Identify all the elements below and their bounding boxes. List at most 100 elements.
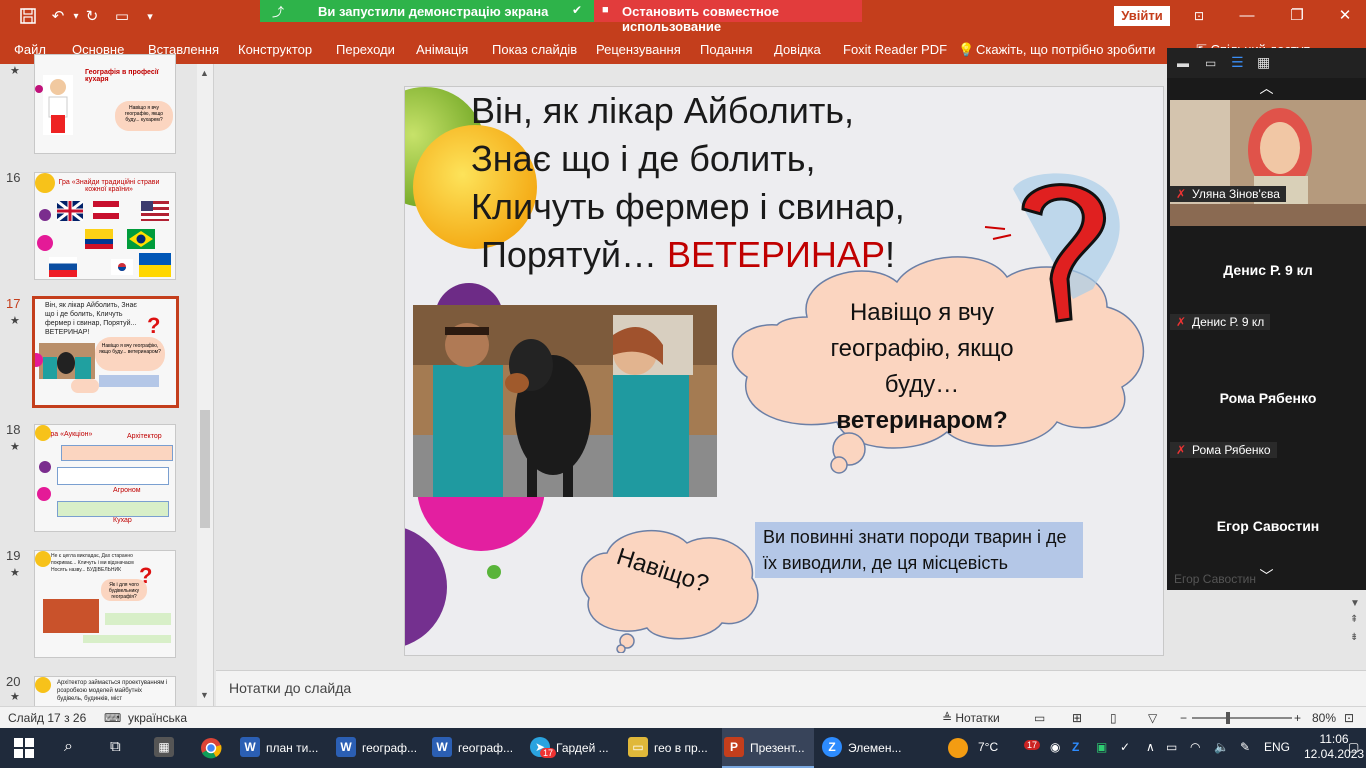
search-icon[interactable]: ⌕: [60, 728, 88, 768]
calculator-app[interactable]: ▦: [152, 728, 184, 768]
gallery-view-icon[interactable]: ▦: [1257, 54, 1270, 71]
language-indicator[interactable]: українська: [128, 711, 187, 725]
scroll-up-icon[interactable]: ▲: [200, 68, 209, 78]
zoom-tray-icon[interactable]: Z: [1072, 740, 1079, 754]
show-hidden-icons[interactable]: ∧: [1146, 740, 1155, 754]
slide-number: 19: [6, 548, 21, 563]
save-icon[interactable]: [18, 7, 38, 27]
close-icon[interactable]: ✕: [1330, 5, 1360, 27]
zoom-level[interactable]: 80%: [1312, 711, 1336, 725]
tab-design[interactable]: Конструктор: [238, 42, 312, 57]
slideshow-from-start-icon[interactable]: ▭: [112, 7, 132, 27]
spellcheck-icon[interactable]: ⌨: [104, 711, 121, 725]
taskbar-app-telegram[interactable]: ➤ 17 Гардей ...: [528, 728, 620, 768]
task-view-icon[interactable]: ⧉: [106, 728, 134, 768]
slide-sorter-icon[interactable]: ⊞: [1072, 711, 1082, 725]
tab-view[interactable]: Подання: [700, 42, 753, 57]
video-tile-3[interactable]: Рома Рябенко ✗ Рома Рябенко: [1170, 354, 1366, 480]
tab-help[interactable]: Довідка: [774, 42, 821, 57]
security-icon[interactable]: ◉: [1050, 740, 1060, 754]
network-icon[interactable]: ◠: [1190, 740, 1200, 754]
tab-slideshow[interactable]: Показ слайдів: [492, 42, 577, 57]
speaker-view-icon[interactable]: ▭: [1205, 56, 1216, 70]
poem-line-2: Знає що і де болить,: [471, 138, 816, 179]
slide-thumbnail-15[interactable]: Географія в професії кухаря Навіщо я вчу…: [34, 54, 176, 154]
undo-icon[interactable]: ↶: [48, 7, 68, 27]
taskbar-app-label: Элемен...: [848, 741, 902, 755]
tab-transitions[interactable]: Переходи: [336, 42, 395, 57]
flag-venezuela: [85, 229, 113, 249]
weather-temp[interactable]: 7°C: [978, 740, 998, 754]
animation-star-icon: ★: [10, 65, 20, 77]
lightbulb-icon: 💡: [958, 42, 975, 57]
reading-view-icon[interactable]: ▯: [1110, 711, 1117, 725]
minimize-panel-icon[interactable]: ▬: [1177, 56, 1189, 70]
scroll-down-icon[interactable]: ▼: [200, 690, 209, 700]
scrollbar-thumb[interactable]: [200, 410, 210, 528]
taskbar-app-word-2[interactable]: Wгеограф...: [334, 728, 426, 768]
stop-share-button[interactable]: ■ Остановить совместное использование: [594, 0, 862, 34]
scroll-down-chevron-icon[interactable]: ﹀: [1167, 566, 1366, 588]
scroll-down-icon[interactable]: ▼: [1350, 598, 1360, 609]
zoom-out-icon[interactable]: −: [1180, 711, 1187, 725]
input-language[interactable]: ENG: [1264, 740, 1290, 754]
zoom-in-icon[interactable]: +: [1294, 711, 1301, 725]
thumb-decor: [35, 425, 51, 441]
scroll-up-chevron-icon[interactable]: ︿: [1167, 78, 1366, 100]
tab-review[interactable]: Рецензування: [596, 42, 681, 57]
app-tray-icon[interactable]: ▣: [1096, 740, 1107, 754]
thumb-why-cloud: [71, 379, 99, 393]
cloud-question-text[interactable]: Навіщо я вчу географію, якщо буду… ветер…: [797, 295, 1047, 439]
slide-thumbnail-19[interactable]: Не є цегла викладає, Дах старанно покрив…: [34, 550, 176, 658]
notifications-icon[interactable]: ▢: [1348, 740, 1359, 754]
thumb-box: [57, 501, 169, 517]
slide-thumbnail-16[interactable]: Гра «Знайди традиційні страви кожної кра…: [34, 172, 176, 280]
title-bar: ↶ ▾ ↻ ▭ ▾ ⤴ Ви запустили демонстрацію эк…: [0, 0, 1366, 34]
minimize-icon[interactable]: —: [1232, 5, 1262, 27]
zoom-slider-thumb[interactable]: [1226, 712, 1230, 724]
tell-me-search[interactable]: Скажіть, що потрібно зробити: [976, 42, 1155, 57]
pen-icon[interactable]: ✎: [1240, 740, 1250, 754]
video-tile-1[interactable]: ✗ Уляна Зінов'єва: [1170, 100, 1366, 226]
redo-icon[interactable]: ↻: [82, 7, 102, 27]
restore-icon[interactable]: ❐: [1282, 5, 1312, 27]
thumb-title: Він, як лікар Айболить, Знає що і де бол…: [45, 302, 137, 336]
info-textbox[interactable]: Ви повинні знати породи тварин і де їх в…: [755, 522, 1083, 578]
signin-button[interactable]: Увійти: [1114, 6, 1170, 26]
start-button[interactable]: [10, 728, 38, 768]
notes-toggle-button[interactable]: ≜ Нотатки: [942, 711, 1000, 725]
flag-uk: [56, 199, 84, 223]
normal-view-icon[interactable]: ▭: [1034, 711, 1045, 725]
veterinarian-photo[interactable]: [413, 305, 717, 497]
tab-animations[interactable]: Анімація: [416, 42, 468, 57]
taskbar-app-word-3[interactable]: Wгеограф...: [430, 728, 522, 768]
slide-thumbnail-18[interactable]: Гра «Аукціон» Архітектор Агроном Кухар: [34, 424, 176, 532]
volume-icon[interactable]: 🔈: [1214, 740, 1229, 754]
taskbar-app-zoom[interactable]: Z Элемен...: [820, 728, 912, 768]
thumbnail-scrollbar[interactable]: ▲ ▼: [197, 64, 213, 706]
taskbar-app-word-1[interactable]: Wплан ти...: [238, 728, 330, 768]
notes-pane[interactable]: Нотатки до слайда: [216, 670, 1366, 706]
defender-icon[interactable]: ✓: [1120, 740, 1130, 754]
battery-icon[interactable]: ▭: [1166, 740, 1177, 754]
ribbon-display-options-icon[interactable]: ⊡: [1184, 5, 1214, 27]
tab-foxit[interactable]: Foxit Reader PDF: [843, 42, 947, 57]
slide-canvas[interactable]: Він, як лікар Айболить, Знає що і де бол…: [404, 86, 1164, 656]
folder-icon: ▭: [628, 737, 648, 757]
slide-thumbnail-17[interactable]: Він, як лікар Айболить, Знає що і де бол…: [32, 296, 179, 408]
notification-badge[interactable]: 17: [1024, 740, 1041, 750]
taskbar-app-powerpoint[interactable]: P Презент...: [722, 728, 814, 768]
chrome-app[interactable]: [196, 728, 228, 768]
customize-toolbar-icon[interactable]: ▾: [140, 7, 160, 27]
strip-view-icon[interactable]: ☰: [1231, 54, 1244, 71]
thumb-box: [61, 445, 173, 461]
weather-icon[interactable]: [948, 738, 968, 758]
slideshow-icon[interactable]: ▽: [1148, 711, 1157, 725]
next-slide-icon[interactable]: ⇟: [1350, 632, 1358, 643]
thumb-cloud-text: Навіщо я вчу географію, якщо буду... вет…: [95, 337, 165, 371]
zoom-slider[interactable]: [1192, 712, 1292, 724]
fit-to-window-icon[interactable]: ⊡: [1344, 711, 1354, 725]
previous-slide-icon[interactable]: ⇞: [1350, 614, 1358, 625]
taskbar-app-explorer[interactable]: ▭ гео в пр...: [626, 728, 718, 768]
video-tile-2[interactable]: Денис Р. 9 кл ✗ Денис Р. 9 кл: [1170, 226, 1366, 352]
